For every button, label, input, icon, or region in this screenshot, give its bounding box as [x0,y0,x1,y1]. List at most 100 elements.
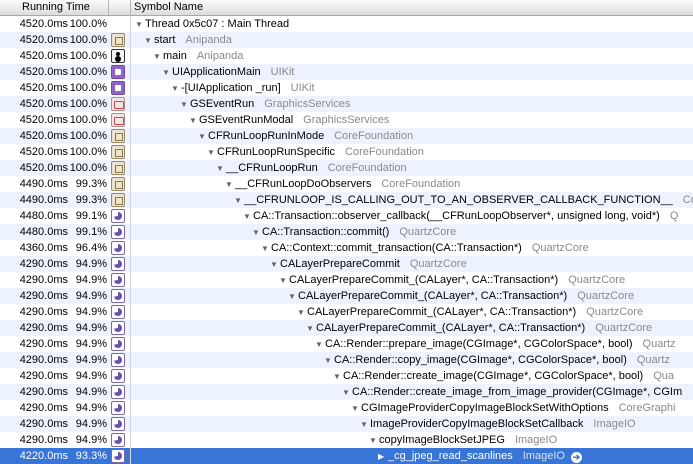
symbol-cell: ▼ CALayerPrepareCommit_(CALayer*, CA::Tra… [279,272,625,288]
table-row[interactable]: 4290.0ms 94.9% ▼ CALayerPrepareCommit_(CALa… [0,320,693,336]
table-row[interactable]: 4480.0ms 99.1% ▼ CA::Transaction::commit() Q… [0,224,693,240]
table-row[interactable]: 4520.0ms 100.0% ▼ Thread 0x5c07 : Main Thre… [0,16,693,32]
running-time-percent: 100.0% [69,130,107,142]
table-row[interactable]: 4290.0ms 94.9% ▼ CA::Render::copy_image(CGI… [0,352,693,368]
pie-library-icon [111,273,125,287]
disclosure-expanded-icon[interactable]: ▼ [171,81,181,96]
symbol-cell: ▼ GSEventRunModal GraphicsServices [189,112,389,128]
running-time-column-header[interactable]: Running Time [22,0,90,15]
table-row[interactable]: 4290.0ms 94.9% ▼ CALayerPrepareCommit_(CALa… [0,272,693,288]
column-separator [130,80,131,96]
table-row[interactable]: 4290.0ms 94.9% ▼ ImageProviderCopyImageBloc… [0,416,693,432]
table-row[interactable]: 4520.0ms 100.0% ▼ start Anipanda [0,32,693,48]
table-row[interactable]: 4220.0ms 93.3% ▶ _cg_jpeg_read_scanlines Ima… [0,448,693,464]
disclosure-expanded-icon[interactable]: ▼ [198,129,208,144]
disclosure-expanded-icon[interactable]: ▼ [180,97,190,112]
running-time-ms: 4520.0ms [19,114,68,126]
column-divider[interactable] [108,0,109,15]
disclosure-expanded-icon[interactable]: ▼ [369,433,379,448]
table-row[interactable]: 4290.0ms 94.9% ▼ CALayerPrepareCommit_(CALa… [0,288,693,304]
symbol-name: _cg_jpeg_read_scanlines [388,450,513,462]
column-separator [130,192,131,208]
disclosure-expanded-icon[interactable]: ▼ [306,321,316,336]
table-row[interactable]: 4520.0ms 100.0% ▼ CFRunLoopRunSpecific CoreF… [0,144,693,160]
disclosure-expanded-icon[interactable]: ▼ [162,65,172,80]
disclosure-expanded-icon[interactable]: ▼ [252,225,262,240]
library-name: CoreFoundation [334,130,414,142]
table-row[interactable]: 4360.0ms 96.4% ▼ CA::Context::commit_transa… [0,240,693,256]
pie-library-icon [111,417,125,431]
running-time-ms: 4520.0ms [19,66,68,78]
symbol-name: CA::Render::create_image(CGImage*, CGCol… [343,370,644,382]
disclosure-expanded-icon[interactable]: ▼ [234,193,244,208]
disclosure-expanded-icon[interactable]: ▼ [315,337,325,352]
running-time-percent: 100.0% [69,34,107,46]
disclosure-expanded-icon[interactable]: ▼ [225,177,235,192]
running-time-ms: 4520.0ms [19,82,68,94]
table-row[interactable]: 4290.0ms 94.9% ▼ CA::Render::create_image_f… [0,384,693,400]
running-time-percent: 94.9% [75,338,107,350]
go-to-source-icon[interactable]: ➔ [570,452,582,463]
symbol-name: CGImageProviderCopyImageBlockSetWithOpti… [361,402,609,414]
table-row[interactable]: 4480.0ms 99.1% ▼ CA::Transaction::observer_… [0,208,693,224]
purple-library-icon [111,65,125,79]
running-time-ms: 4290.0ms [19,274,68,286]
running-time-ms: 4290.0ms [19,322,68,334]
table-row[interactable]: 4490.0ms 99.3% ▼ __CFRunLoopDoObservers Core… [0,176,693,192]
disclosure-expanded-icon[interactable]: ▼ [216,161,226,176]
symbol-cell: ▼ start Anipanda [144,32,232,48]
table-row[interactable]: 4290.0ms 94.9% ▼ CALayerPrepareCommit_(CALa… [0,304,693,320]
running-time-ms: 4520.0ms [19,162,68,174]
pie-library-icon [111,321,125,335]
disclosure-expanded-icon[interactable]: ▼ [342,385,352,400]
disclosure-expanded-icon[interactable]: ▼ [189,113,199,128]
disclosure-expanded-icon[interactable]: ▼ [135,17,145,32]
disclosure-expanded-icon[interactable]: ▼ [279,273,289,288]
disclosure-expanded-icon[interactable]: ▼ [360,417,370,432]
running-time-ms: 4360.0ms [19,242,68,254]
running-time-percent: 100.0% [69,114,107,126]
running-time-percent: 100.0% [69,50,107,62]
disclosure-expanded-icon[interactable]: ▼ [243,209,253,224]
table-row[interactable]: 4520.0ms 100.0% ▼ GSEventRun GraphicsService… [0,96,693,112]
running-time-percent: 94.9% [75,354,107,366]
can-library-icon [111,161,125,175]
table-row[interactable]: 4290.0ms 94.9% ▼ CGImageProviderCopyImageBl… [0,400,693,416]
table-row[interactable]: 4490.0ms 99.3% ▼ __CFRUNLOOP_IS_CALLING_OUT… [0,192,693,208]
disclosure-expanded-icon[interactable]: ▼ [288,289,298,304]
table-row[interactable]: 4520.0ms 100.0% ▼ UIApplicationMain UIKit [0,64,693,80]
disclosure-expanded-icon[interactable]: ▼ [351,401,361,416]
symbol-cell: ▼ ImageProviderCopyImageBlockSetCallback I… [360,416,636,432]
disclosure-expanded-icon[interactable]: ▼ [153,49,163,64]
disclosure-expanded-icon[interactable]: ▼ [324,353,334,368]
table-row[interactable]: 4290.0ms 94.9% ▼ CALayerPrepareCommit Quartz… [0,256,693,272]
table-row[interactable]: 4290.0ms 94.9% ▼ CA::Render::prepare_image(… [0,336,693,352]
running-time-percent: 94.9% [75,290,107,302]
table-row[interactable]: 4520.0ms 100.0% ▼ main Anipanda [0,48,693,64]
table-row[interactable]: 4520.0ms 100.0% ▼ -[UIApplication _run] UIKi… [0,80,693,96]
table-row[interactable]: 4520.0ms 100.0% ▼ __CFRunLoopRun CoreFoundat… [0,160,693,176]
pie-library-icon [111,385,125,399]
disclosure-expanded-icon[interactable]: ▼ [270,257,280,272]
symbol-name-column-header[interactable]: Symbol Name [134,0,203,15]
column-divider[interactable] [130,0,131,15]
column-separator [130,336,131,352]
disclosure-expanded-icon[interactable]: ▼ [261,241,271,256]
disclosure-expanded-icon[interactable]: ▼ [297,305,307,320]
disclosure-expanded-icon[interactable]: ▼ [333,369,343,384]
column-separator [130,144,131,160]
disclosure-expanded-icon[interactable]: ▼ [144,33,154,48]
table-row[interactable]: 4290.0ms 94.9% ▼ copyImageBlockSetJPEG Image… [0,432,693,448]
symbol-name: __CFRUNLOOP_IS_CALLING_OUT_TO_AN_OBSERVE… [244,194,673,206]
table-row[interactable]: 4290.0ms 94.9% ▼ CA::Render::create_image(C… [0,368,693,384]
table-row[interactable]: 4520.0ms 100.0% ▼ GSEventRunModal GraphicsSe… [0,112,693,128]
library-name: ImageIO [522,450,565,462]
disclosure-collapsed-icon[interactable]: ▶ [378,449,388,464]
column-separator [130,240,131,256]
running-time-ms: 4520.0ms [19,34,68,46]
disclosure-expanded-icon[interactable]: ▼ [207,145,217,160]
running-time-percent: 94.9% [75,370,107,382]
column-separator [130,64,131,80]
table-row[interactable]: 4520.0ms 100.0% ▼ CFRunLoopRunInMode CoreFou… [0,128,693,144]
column-separator [130,160,131,176]
